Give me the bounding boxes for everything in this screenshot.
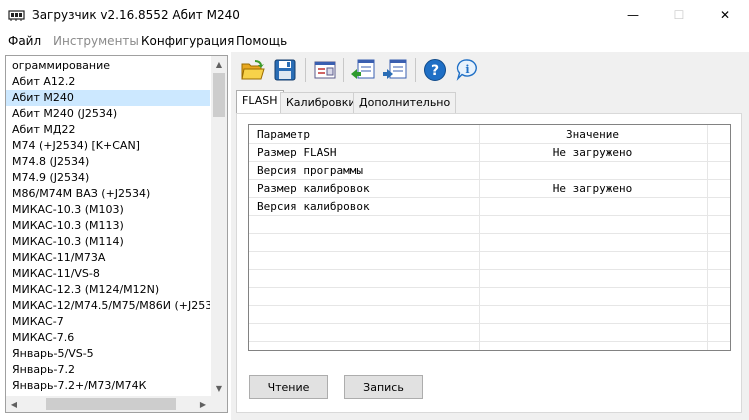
list-item[interactable]: МИКАС-10.3 (М113): [6, 218, 210, 234]
vertical-scroll-thumb[interactable]: [213, 73, 225, 117]
ecu-list[interactable]: ограммирование Абит А12.2 Абит М240 Абит…: [5, 55, 228, 413]
info-button[interactable]: i: [453, 56, 481, 84]
list-item[interactable]: М74.8 (J2534): [6, 154, 210, 170]
list-item[interactable]: МИКАС-11/VS-8: [6, 266, 210, 282]
table-row-divider: [249, 251, 730, 252]
maximize-button[interactable]: ☐: [656, 0, 702, 30]
table-column-divider: [479, 125, 480, 350]
svg-text:?: ?: [431, 63, 439, 79]
scrollbar-corner: [211, 396, 227, 412]
table-row-param: Версия программы: [257, 164, 363, 177]
main-area: ? i FLASH Калибровки Дополнительно Парам…: [231, 52, 749, 420]
table-row-divider: [249, 341, 730, 342]
table-row-value: [481, 162, 704, 180]
horizontal-scroll-thumb[interactable]: [46, 398, 176, 410]
minimize-icon: —: [627, 8, 639, 22]
list-item[interactable]: М74 (+J2534) [K+CAN]: [6, 138, 210, 154]
toolbar-separator: [343, 58, 344, 82]
table-row-divider: [249, 269, 730, 270]
list-item[interactable]: Абит МД22: [6, 122, 210, 138]
toolbar-separator: [415, 58, 416, 82]
read-ecu-icon: [351, 59, 375, 79]
svg-text:i: i: [465, 63, 469, 76]
write-ecu-button[interactable]: [381, 56, 409, 84]
read-ecu-button[interactable]: [349, 56, 377, 84]
list-item[interactable]: МИКАС-7.6: [6, 330, 210, 346]
help-button[interactable]: ?: [421, 56, 449, 84]
toolbar-separator: [305, 58, 306, 82]
table-row-param: Версия калибровок: [257, 200, 370, 213]
list-item[interactable]: М74.9 (J2534): [6, 170, 210, 186]
table-row-value: [481, 198, 704, 216]
read-button[interactable]: Чтение: [249, 375, 328, 399]
list-item[interactable]: Январь-5/VS-5: [6, 346, 210, 362]
menu-tools[interactable]: Инструменты: [53, 34, 139, 48]
table-row-param: Размер калибровок: [257, 182, 370, 195]
table-row-divider: [249, 305, 730, 306]
menu-configuration[interactable]: Конфигурация: [141, 34, 234, 48]
open-button[interactable]: [239, 56, 267, 84]
save-disk-icon: [274, 59, 296, 81]
scroll-down-icon[interactable]: ▼: [211, 380, 227, 396]
column-header-value: Значение: [566, 128, 619, 141]
tab-additional[interactable]: Дополнительно: [353, 92, 457, 114]
window-title: Загрузчик v2.16.8552 Абит М240: [32, 8, 240, 22]
settings-form-icon: [314, 61, 336, 79]
close-button[interactable]: ✕: [702, 0, 748, 30]
list-item[interactable]: МИКАС-12/М74.5/М75/М86И (+J2534): [6, 298, 210, 314]
settings-button[interactable]: [311, 56, 339, 84]
title-bar: Загрузчик v2.16.8552 Абит М240 — ☐ ✕: [0, 0, 749, 30]
flash-tab-panel: Параметр Значение Размер FLASH Не загруж…: [236, 113, 742, 413]
save-button[interactable]: [271, 56, 299, 84]
scroll-left-icon[interactable]: ◀: [6, 396, 22, 412]
list-item[interactable]: МИКАС-10.3 (М103): [6, 202, 210, 218]
menu-bar: Файл Инструменты Конфигурация Помощь: [0, 30, 749, 52]
tab-calibrations[interactable]: Калибровки: [280, 92, 362, 114]
table-row-divider: [249, 287, 730, 288]
table-row-param: Размер FLASH: [257, 146, 337, 159]
list-item[interactable]: Январь-7.2+/М73/М74К: [6, 378, 210, 394]
list-item[interactable]: ограммирование: [6, 58, 210, 74]
write-button[interactable]: Запись: [344, 375, 423, 399]
list-item[interactable]: М86/М74М ВАЗ (+J2534): [6, 186, 210, 202]
list-item[interactable]: Абит М240 (J2534): [6, 106, 210, 122]
vertical-scrollbar[interactable]: ▲ ▼: [211, 56, 227, 396]
maximize-icon: ☐: [673, 8, 685, 22]
list-item[interactable]: МИКАС-7: [6, 314, 210, 330]
table-column-divider: [707, 125, 708, 350]
close-icon: ✕: [719, 8, 731, 22]
help-icon: ?: [424, 59, 446, 81]
parameters-table[interactable]: Параметр Значение Размер FLASH Не загруж…: [248, 124, 731, 351]
app-icon: [8, 10, 25, 21]
list-item[interactable]: Абит А12.2: [6, 74, 210, 90]
menu-file[interactable]: Файл: [8, 34, 41, 48]
write-ecu-icon: [383, 59, 407, 79]
scroll-up-icon[interactable]: ▲: [211, 56, 227, 72]
table-row-divider: [249, 323, 730, 324]
open-folder-icon: [241, 60, 265, 80]
menu-help[interactable]: Помощь: [236, 34, 287, 48]
table-row-value: Не загружено: [552, 182, 633, 195]
list-item-selected[interactable]: Абит М240: [6, 90, 210, 106]
list-item[interactable]: МИКАС-12.3 (М124/М12N): [6, 282, 210, 298]
list-item[interactable]: Январь-7.2: [6, 362, 210, 378]
list-item[interactable]: МИКАС-11/М73А: [6, 250, 210, 266]
info-icon: i: [456, 59, 477, 81]
tab-flash[interactable]: FLASH: [236, 90, 284, 114]
horizontal-scrollbar[interactable]: ◀ ▶: [6, 396, 211, 412]
minimize-button[interactable]: —: [610, 0, 656, 30]
table-row-divider: [249, 233, 730, 234]
table-row-value: Не загружено: [552, 146, 633, 159]
list-item[interactable]: МИКАС-10.3 (М114): [6, 234, 210, 250]
scroll-right-icon[interactable]: ▶: [195, 396, 211, 412]
column-header-param: Параметр: [257, 128, 310, 141]
